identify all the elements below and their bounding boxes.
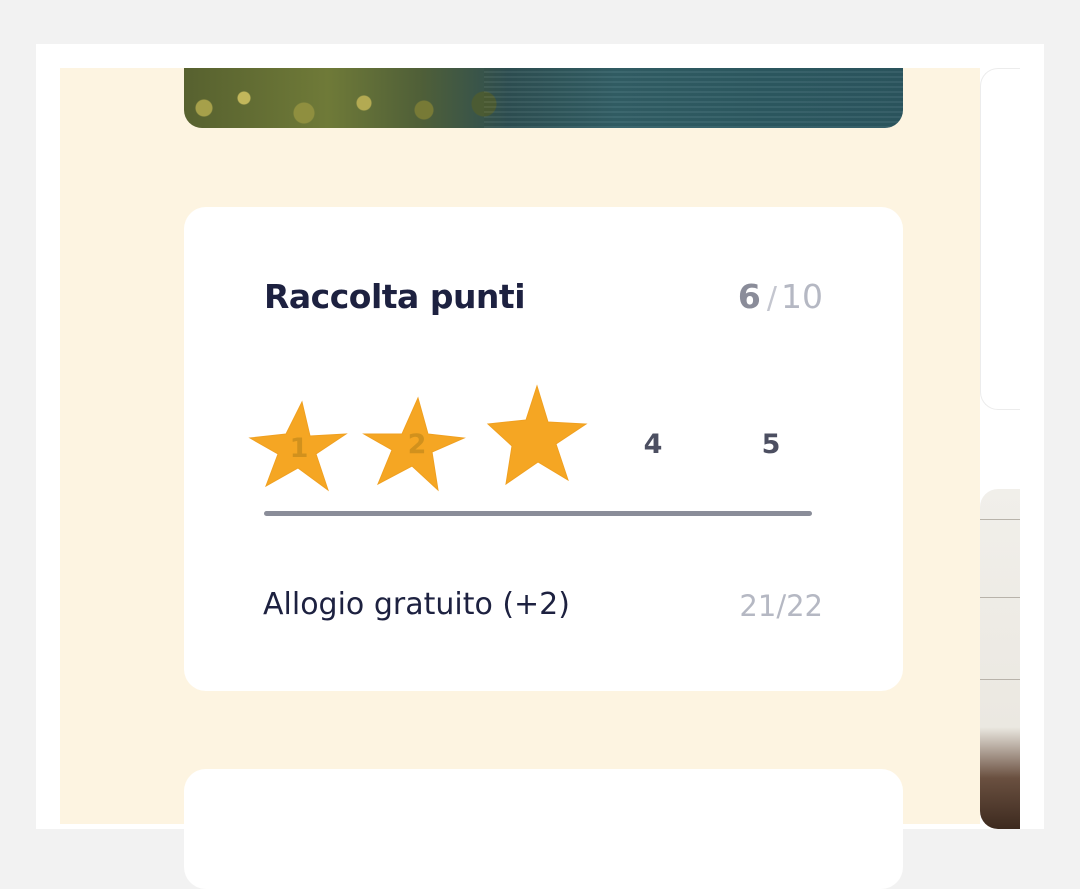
stamp-1: 1 — [244, 394, 354, 504]
stamp-5: 5 — [716, 390, 826, 500]
loyalty-card[interactable]: Raccolta punti 6/10 1 2 3 4 5 — [184, 207, 903, 691]
stamp-number: 1 — [289, 433, 309, 464]
card-title: Raccolta punti — [264, 277, 526, 316]
stamp-2: 2 — [362, 390, 472, 500]
stamp-4: 4 — [598, 390, 708, 500]
water-decoration — [484, 68, 903, 128]
side-card-bottom[interactable] — [980, 489, 1020, 829]
stamp-number: 4 — [643, 429, 663, 460]
stamp-number: 2 — [407, 429, 427, 460]
points-current: 6 — [737, 277, 761, 316]
next-card[interactable] — [184, 769, 903, 889]
stamp-number: 5 — [761, 429, 781, 460]
star-icon — [486, 384, 588, 486]
reward-count: 21/22 — [739, 589, 823, 623]
stamp-3: 3 — [482, 382, 592, 492]
stamp-progress-line — [264, 511, 812, 516]
points-separator: / — [766, 281, 777, 316]
reward-label: Allogio gratuito (+2) — [263, 587, 570, 622]
hero-image[interactable] — [184, 68, 903, 128]
stamp-row: 1 2 3 4 5 — [244, 382, 844, 502]
paper-line — [980, 679, 1020, 680]
points-score: 6/10 — [738, 277, 823, 316]
points-total: 10 — [781, 277, 823, 316]
paper-line — [980, 519, 1020, 520]
side-card-top[interactable] — [980, 68, 1020, 410]
paper-line — [980, 597, 1020, 598]
